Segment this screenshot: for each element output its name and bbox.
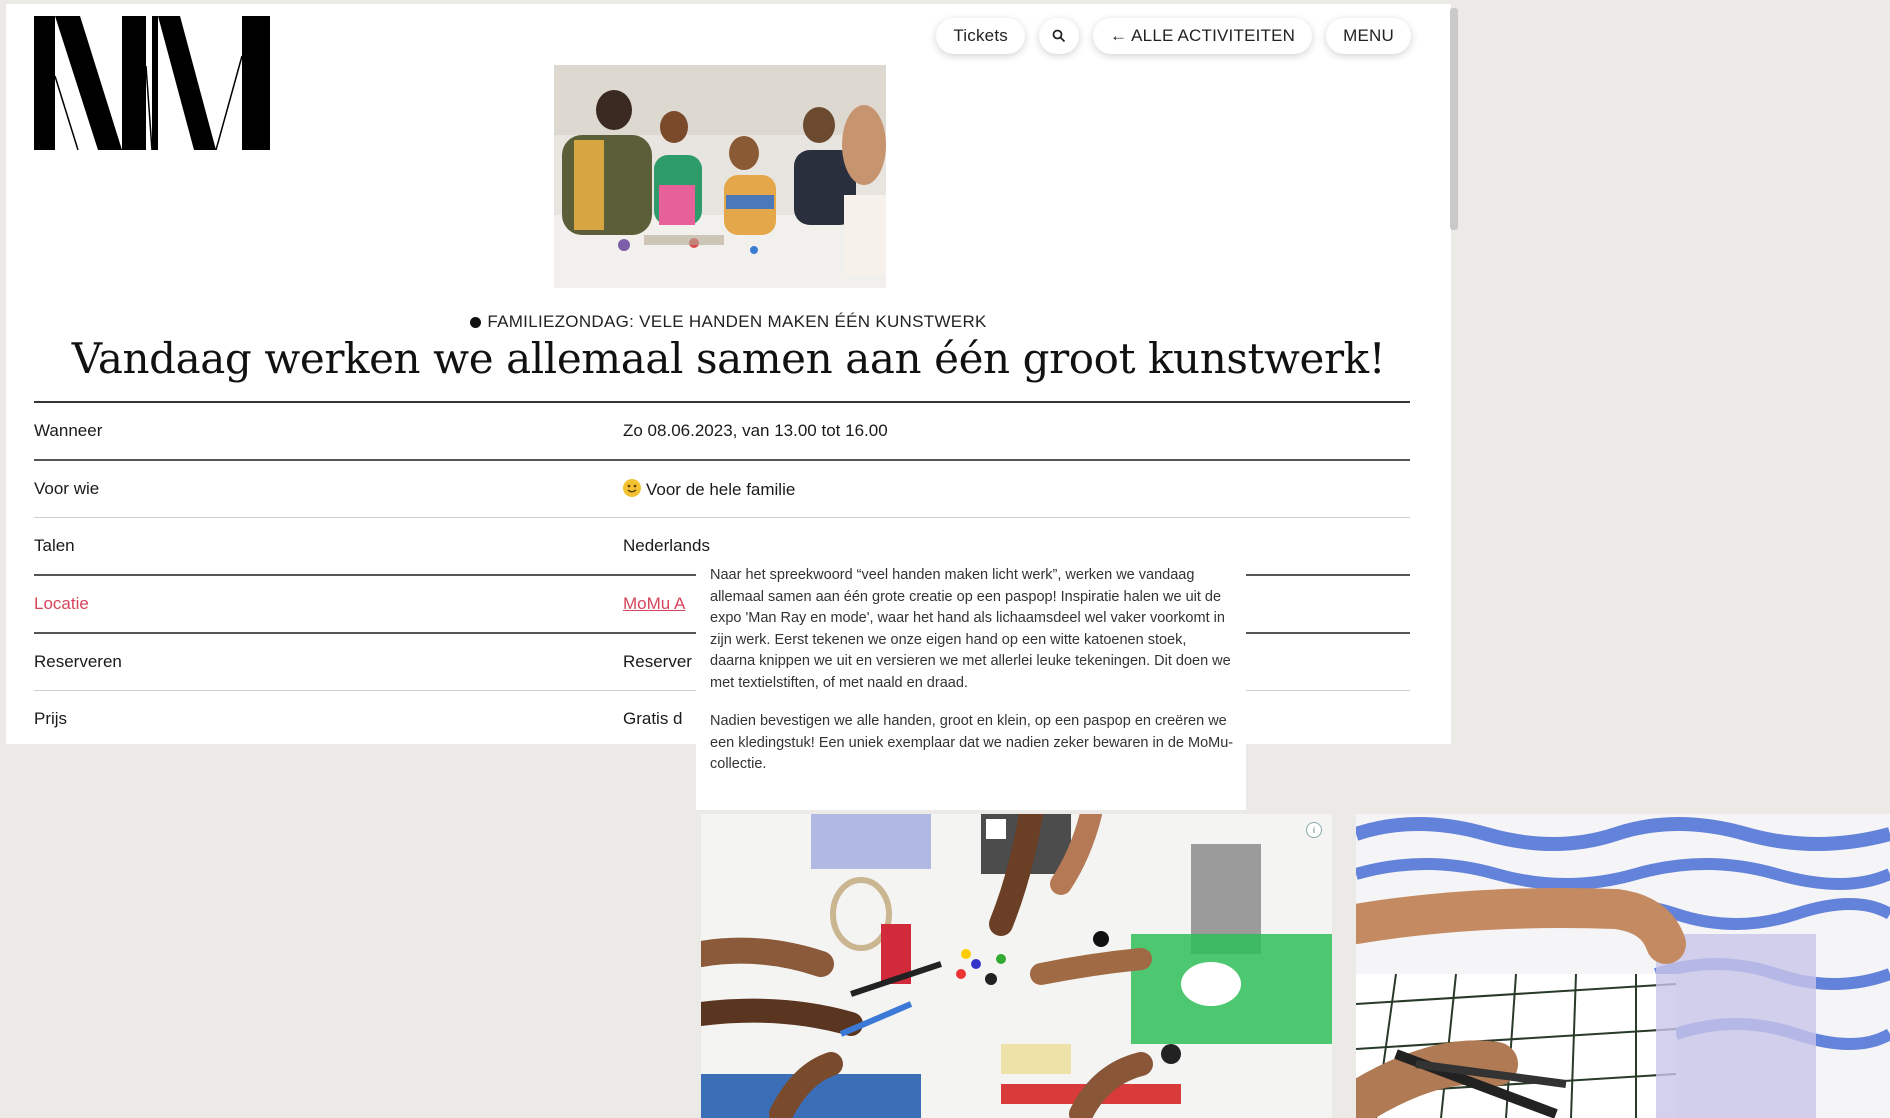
search-icon: [1052, 29, 1066, 43]
tickets-button[interactable]: Tickets: [936, 18, 1025, 54]
info-badge-icon[interactable]: i: [1306, 822, 1322, 838]
info-value: Voor de hele familie: [646, 480, 796, 499]
category-label: FAMILIEZONDAG: VELE HANDEN MAKEN ÉÉN KUN…: [487, 312, 987, 331]
top-navigation: Tickets ← ALLE ACTIVITEITEN MENU: [936, 18, 1411, 54]
workshop-photo-crafts: i: [701, 814, 1332, 1118]
hero-image-children-workshop: [554, 65, 886, 288]
bullet-dot-icon: [470, 317, 482, 329]
search-button[interactable]: [1038, 18, 1079, 54]
scrollbar[interactable]: [1450, 8, 1458, 230]
description-paragraph: Nadien bevestigen we alle handen, groot …: [710, 713, 1234, 772]
event-category: FAMILIEZONDAG: VELE HANDEN MAKEN ÉÉN KUN…: [6, 312, 1451, 332]
info-value-wrapper: Voor de hele familie: [623, 479, 795, 500]
info-value: Zo 08.06.2023, van 13.00 tot 16.00: [623, 421, 888, 440]
smiley-icon: [623, 479, 641, 497]
event-description: Naar het spreekwoord “veel handen maken …: [696, 555, 1246, 810]
info-label: Talen: [34, 536, 75, 555]
info-label: Voor wie: [34, 479, 100, 498]
info-value: Nederlands: [623, 536, 710, 555]
info-row-audience: Voor wie Voor de hele familie: [34, 461, 1410, 518]
page-title: Vandaag werken we allemaal samen aan één…: [71, 334, 1386, 383]
info-value: Gratis d: [623, 709, 683, 728]
info-value: Reserver: [623, 652, 692, 671]
all-activities-button[interactable]: ← ALLE ACTIVITEITEN: [1092, 18, 1313, 54]
momu-logo[interactable]: [34, 16, 272, 150]
info-label: Wanneer: [34, 421, 103, 440]
info-row-when: Wanneer Zo 08.06.2023, van 13.00 tot 16.…: [34, 403, 1410, 461]
menu-button[interactable]: MENU: [1326, 18, 1411, 54]
location-link[interactable]: MoMu A: [623, 594, 685, 614]
description-paragraph: Naar het spreekwoord “veel handen maken …: [710, 567, 1231, 691]
info-label: Locatie: [34, 594, 89, 613]
workshop-photo-cutting: [1356, 814, 1890, 1118]
info-label: Reserveren: [34, 652, 122, 671]
info-label: Prijs: [34, 709, 68, 728]
